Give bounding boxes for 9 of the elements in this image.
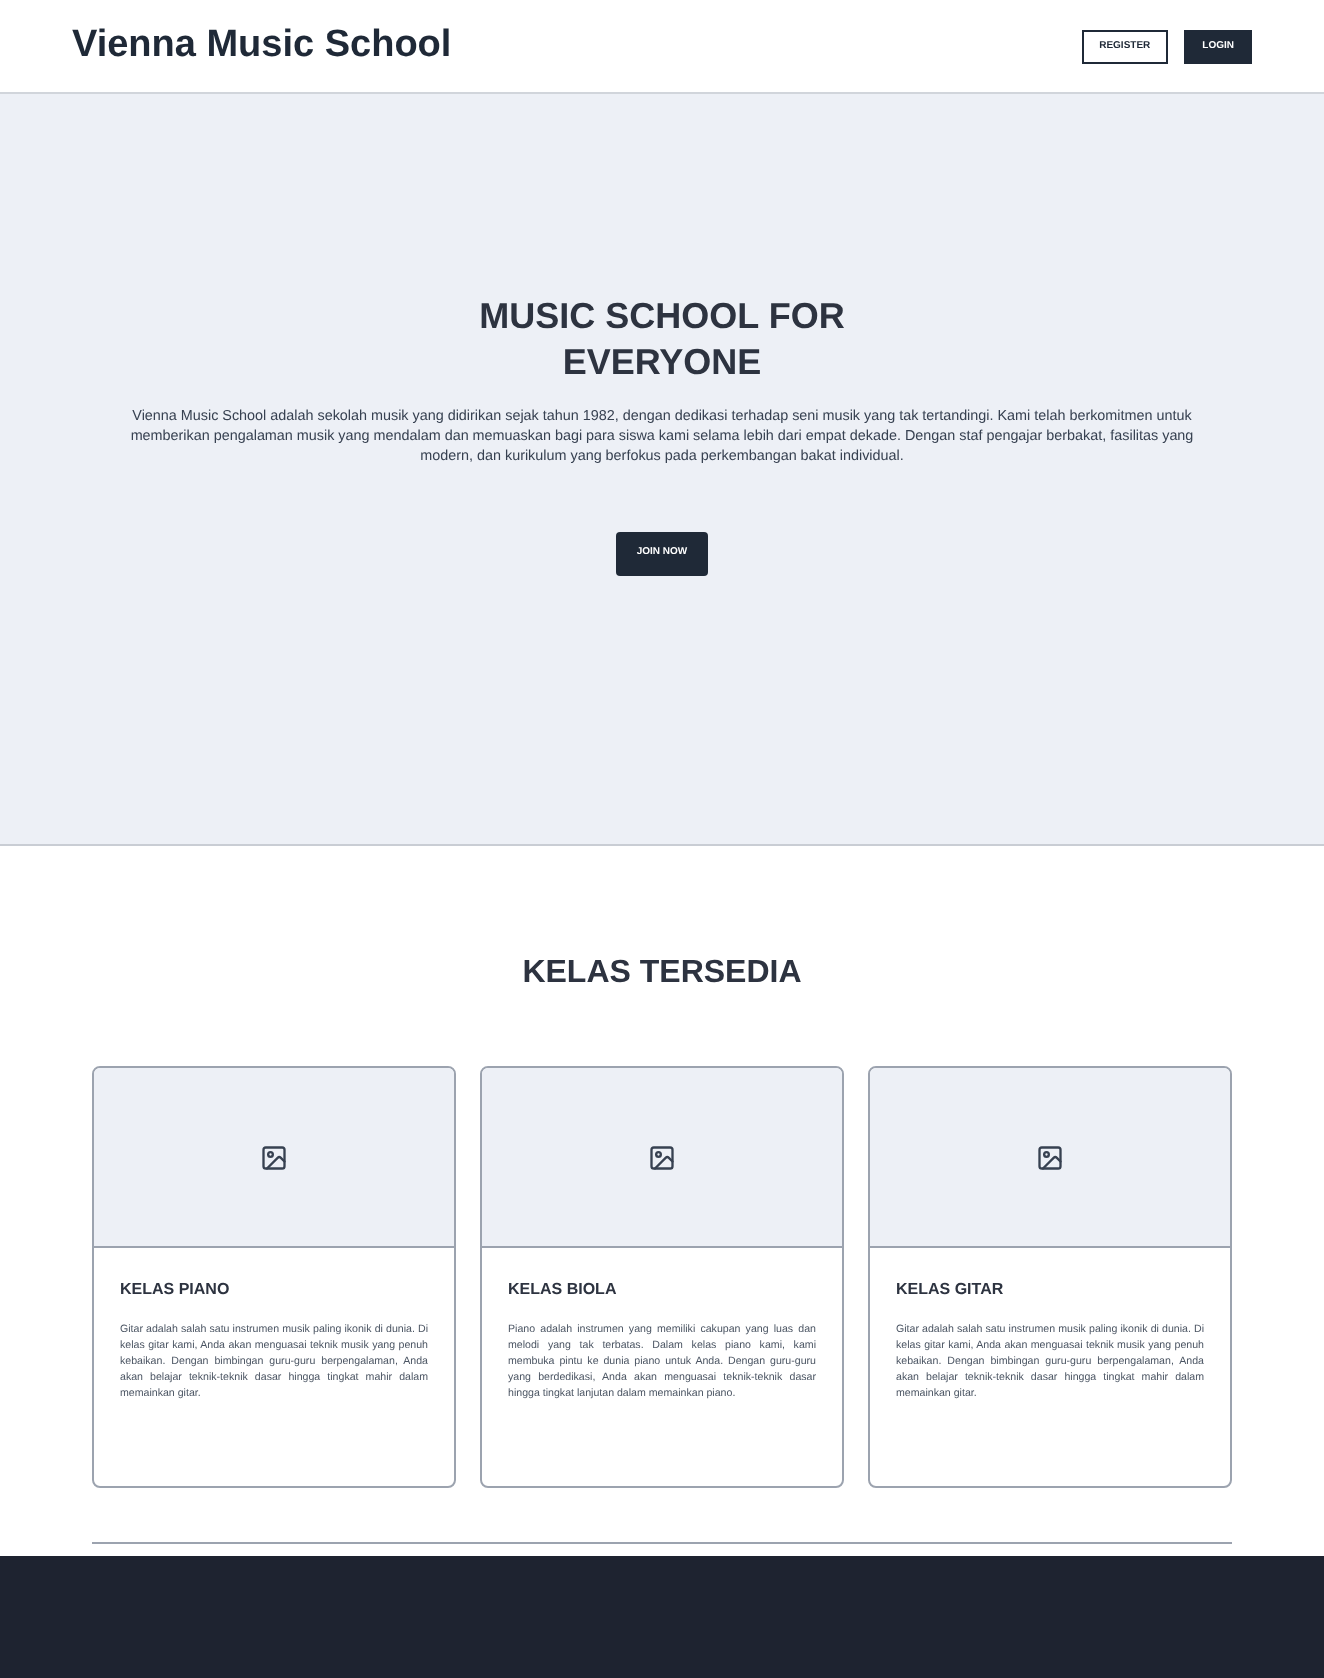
card-title: KELAS BIOLA: [508, 1278, 619, 1302]
image-icon: [260, 1143, 288, 1171]
image-icon: [1036, 1143, 1064, 1171]
card-title: KELAS GITAR: [896, 1278, 1006, 1302]
hero-title: MUSIC SCHOOL FOR EVERYONE: [477, 294, 847, 386]
section-title: KELAS TERSEDIA: [522, 954, 802, 994]
brand-title: Vienna Music School: [72, 21, 452, 70]
image-icon: [648, 1143, 676, 1171]
card-title: KELAS PIANO: [120, 1278, 232, 1302]
